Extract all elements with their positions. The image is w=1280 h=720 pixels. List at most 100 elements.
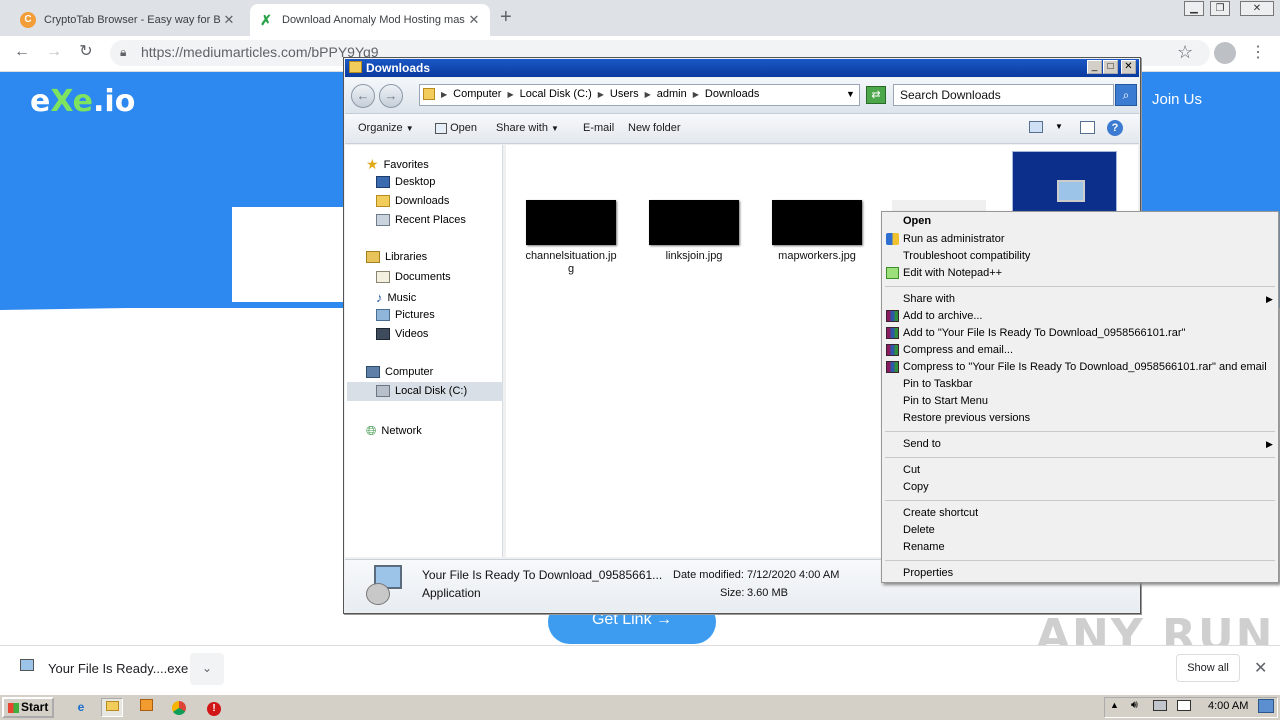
chevron-down-icon[interactable]: ⌄ bbox=[190, 653, 224, 685]
new-folder-button[interactable]: New folder bbox=[628, 122, 681, 134]
search-input[interactable]: Search Downloads bbox=[893, 84, 1114, 106]
menu-item-open[interactable]: Open bbox=[903, 215, 931, 227]
nav-documents[interactable]: Documents bbox=[376, 271, 451, 283]
menu-item-send-to[interactable]: Send to bbox=[903, 438, 941, 450]
chrome-icon[interactable] bbox=[168, 698, 190, 717]
menu-item-compress-email[interactable]: Compress and email... bbox=[903, 344, 1013, 356]
clock[interactable]: 4:00 AM bbox=[1208, 700, 1248, 712]
menu-item-copy[interactable]: Copy bbox=[903, 481, 929, 493]
address-dropdown-icon[interactable]: ▼ bbox=[846, 89, 855, 99]
nav-favorites[interactable]: ★ Favorites bbox=[366, 156, 429, 173]
new-tab-button[interactable]: + bbox=[500, 6, 512, 29]
breadcrumb-computer[interactable]: Computer bbox=[453, 88, 501, 100]
nav-local-disk[interactable]: Local Disk (C:) bbox=[376, 385, 467, 397]
menu-item-add-to-rar[interactable]: Add to "Your File Is Ready To Download_0… bbox=[903, 327, 1185, 339]
tab-close-icon[interactable]: ✕ bbox=[466, 12, 482, 28]
file-name-mapworkers[interactable]: mapworkers.jpg bbox=[767, 250, 867, 263]
explorer-close-button[interactable]: ✕ bbox=[1121, 60, 1136, 74]
media-player-icon[interactable] bbox=[135, 698, 157, 717]
explorer-minimize-button[interactable]: _ bbox=[1087, 60, 1102, 74]
breadcrumb-separator-icon[interactable]: ▶ bbox=[598, 90, 604, 99]
breadcrumb-local-disk[interactable]: Local Disk (C:) bbox=[520, 88, 592, 100]
tray-expand-icon[interactable]: ▲ bbox=[1110, 700, 1119, 710]
preview-pane-icon[interactable] bbox=[1080, 121, 1095, 134]
menu-item-pin-taskbar[interactable]: Pin to Taskbar bbox=[903, 378, 973, 390]
download-item-name[interactable]: Your File Is Ready....exe bbox=[48, 661, 188, 676]
view-dropdown-icon[interactable]: ▼ bbox=[1055, 122, 1063, 131]
antivirus-icon[interactable]: ! bbox=[203, 698, 225, 717]
menu-item-restore-versions[interactable]: Restore previous versions bbox=[903, 412, 1030, 424]
explorer-forward-icon[interactable]: → bbox=[379, 84, 403, 108]
nav-pictures[interactable]: Pictures bbox=[376, 309, 435, 321]
explorer-titlebar[interactable] bbox=[345, 59, 1139, 77]
help-icon[interactable]: ? bbox=[1107, 120, 1123, 136]
nav-libraries[interactable]: Libraries bbox=[366, 251, 427, 263]
menu-item-run-as-admin[interactable]: Run as administrator bbox=[903, 233, 1005, 245]
breadcrumb-separator-icon[interactable]: ▶ bbox=[693, 90, 699, 99]
forward-icon[interactable]: → bbox=[42, 40, 66, 64]
join-us-link[interactable]: Join Us bbox=[1152, 91, 1202, 108]
nav-recent-places[interactable]: Recent Places bbox=[376, 214, 466, 226]
flag-tray-icon[interactable] bbox=[1177, 700, 1191, 711]
lock-icon[interactable]: 🔒︎ bbox=[120, 45, 126, 60]
tab-cryptotab[interactable]: C CryptoTab Browser - Easy way for B ✕ bbox=[12, 4, 245, 36]
breadcrumb-users[interactable]: Users bbox=[610, 88, 639, 100]
refresh-icon[interactable]: ⇄ bbox=[866, 86, 886, 104]
internet-explorer-icon[interactable]: e bbox=[70, 698, 92, 717]
menu-dots-icon[interactable]: ⋮ bbox=[1250, 42, 1266, 62]
menu-item-add-to-archive[interactable]: Add to archive... bbox=[903, 310, 983, 322]
menu-item-edit-notepadpp[interactable]: Edit with Notepad++ bbox=[903, 267, 1002, 279]
menu-item-compress-to-rar-email[interactable]: Compress to "Your File Is Ready To Downl… bbox=[903, 361, 1267, 373]
nav-network[interactable]: 🌐︎ Network bbox=[366, 423, 422, 439]
breadcrumb-downloads[interactable]: Downloads bbox=[705, 88, 759, 100]
file-name-channelsituation[interactable]: channelsituation.jp g bbox=[521, 250, 621, 276]
menu-item-pin-start[interactable]: Pin to Start Menu bbox=[903, 395, 988, 407]
menu-item-delete[interactable]: Delete bbox=[903, 524, 935, 536]
network-tray-icon[interactable] bbox=[1153, 700, 1167, 711]
menu-item-create-shortcut[interactable]: Create shortcut bbox=[903, 507, 978, 519]
explorer-maximize-button[interactable]: □ bbox=[1103, 60, 1118, 74]
search-icon[interactable]: ⌕ bbox=[1115, 84, 1137, 106]
explorer-back-icon[interactable]: ← bbox=[351, 84, 375, 108]
menu-item-rename[interactable]: Rename bbox=[903, 541, 945, 553]
tab-download-anomaly[interactable]: ✗ Download Anomaly Mod Hosting mas ✕ bbox=[250, 4, 490, 36]
nav-desktop[interactable]: Desktop bbox=[376, 176, 435, 188]
explorer-taskbar-icon[interactable] bbox=[101, 698, 123, 717]
back-icon[interactable]: ← bbox=[10, 40, 34, 64]
breadcrumb-separator-icon[interactable]: ▶ bbox=[507, 90, 513, 99]
file-thumbnail-mapworkers[interactable] bbox=[772, 200, 862, 245]
restore-button[interactable]: ❐ bbox=[1210, 1, 1230, 16]
view-icon[interactable] bbox=[1029, 121, 1043, 133]
organize-button[interactable]: Organize ▼ bbox=[358, 122, 414, 134]
close-shelf-icon[interactable]: ✕ bbox=[1254, 658, 1267, 678]
menu-item-troubleshoot[interactable]: Troubleshoot compatibility bbox=[903, 250, 1030, 262]
file-thumbnail-channelsituation[interactable] bbox=[526, 200, 616, 245]
exeio-logo[interactable]: eXe.io bbox=[30, 84, 135, 119]
start-button[interactable]: Start bbox=[2, 697, 54, 718]
nav-computer[interactable]: Computer bbox=[366, 366, 433, 378]
share-with-button[interactable]: Share with ▼ bbox=[496, 122, 559, 134]
show-all-button[interactable]: Show all bbox=[1176, 654, 1240, 682]
breadcrumb-separator-icon[interactable]: ▶ bbox=[645, 90, 651, 99]
nav-downloads[interactable]: Downloads bbox=[376, 195, 449, 207]
close-window-button[interactable]: ✕ bbox=[1240, 1, 1274, 16]
installer-large-icon[interactable] bbox=[1012, 151, 1117, 216]
profile-avatar[interactable] bbox=[1214, 42, 1236, 64]
nav-music[interactable]: ♪ Music bbox=[376, 290, 416, 305]
reload-icon[interactable]: ↻ bbox=[74, 40, 98, 64]
breadcrumb[interactable]: ▶ Computer ▶ Local Disk (C:) ▶ Users ▶ a… bbox=[423, 88, 759, 100]
open-button[interactable]: Open bbox=[435, 122, 477, 134]
menu-item-properties[interactable]: Properties bbox=[903, 567, 953, 579]
minimize-button[interactable]: ▁ bbox=[1184, 1, 1204, 16]
volume-icon[interactable]: 🔊︎ bbox=[1131, 699, 1138, 712]
breadcrumb-admin[interactable]: admin bbox=[657, 88, 687, 100]
menu-item-share-with[interactable]: Share with bbox=[903, 293, 955, 305]
file-name-linksjoin[interactable]: linksjoin.jpg bbox=[644, 250, 744, 263]
show-desktop-icon[interactable] bbox=[1258, 699, 1274, 713]
tab-close-icon[interactable]: ✕ bbox=[221, 12, 237, 28]
email-button[interactable]: E-mail bbox=[583, 122, 614, 134]
file-thumbnail-linksjoin[interactable] bbox=[649, 200, 739, 245]
breadcrumb-separator-icon[interactable]: ▶ bbox=[441, 90, 447, 99]
menu-item-cut[interactable]: Cut bbox=[903, 464, 920, 476]
bookmark-star-icon[interactable]: ☆ bbox=[1177, 42, 1193, 63]
